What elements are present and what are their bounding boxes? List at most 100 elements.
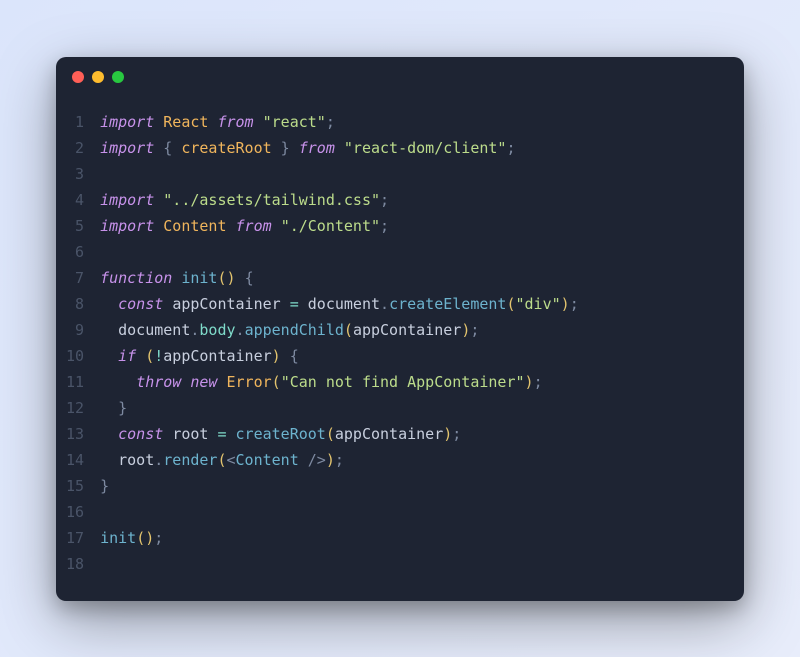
line-number: 18 xyxy=(66,551,84,577)
code-token: const xyxy=(118,295,163,313)
code-token: Error xyxy=(227,373,272,391)
code-line xyxy=(100,499,724,525)
code-token: ; xyxy=(326,113,335,131)
code-token xyxy=(163,425,172,443)
zoom-icon[interactable] xyxy=(112,71,124,83)
code-token: if xyxy=(118,347,136,365)
code-token: function xyxy=(100,269,172,287)
code-token: . xyxy=(154,451,163,469)
code-token: root xyxy=(172,425,208,443)
code-token: ) xyxy=(461,321,470,339)
code-token: ; xyxy=(506,139,515,157)
code-token: ; xyxy=(534,373,543,391)
code-token xyxy=(154,191,163,209)
code-token: ( xyxy=(506,295,515,313)
code-token: render xyxy=(163,451,217,469)
code-line: function init() { xyxy=(100,265,724,291)
code-token: ( xyxy=(344,321,353,339)
code-token: import xyxy=(100,191,154,209)
code-token: ) xyxy=(443,425,452,443)
close-icon[interactable] xyxy=(72,71,84,83)
code-token: document xyxy=(308,295,380,313)
code-token: ; xyxy=(570,295,579,313)
code-token: from xyxy=(236,217,272,235)
code-token: ) xyxy=(272,347,281,365)
code-token: init xyxy=(181,269,217,287)
code-token xyxy=(335,139,344,157)
line-number: 15 xyxy=(66,473,84,499)
code-editor[interactable]: 123456789101112131415161718 import React… xyxy=(56,97,744,601)
code-token: appContainer xyxy=(353,321,461,339)
code-line: import React from "react"; xyxy=(100,109,724,135)
code-token: "div" xyxy=(516,295,561,313)
code-token: const xyxy=(118,425,163,443)
code-token: import xyxy=(100,139,154,157)
code-token: "Can not find AppContainer" xyxy=(281,373,525,391)
code-token: createRoot xyxy=(181,139,271,157)
code-token xyxy=(154,113,163,131)
code-token: ; xyxy=(470,321,479,339)
line-number: 9 xyxy=(66,317,84,343)
code-token: body xyxy=(199,321,235,339)
line-number: 6 xyxy=(66,239,84,265)
code-token xyxy=(100,321,118,339)
code-token: "../assets/tailwind.css" xyxy=(163,191,380,209)
code-token xyxy=(290,139,299,157)
code-line xyxy=(100,551,724,577)
code-line: if (!appContainer) { xyxy=(100,343,724,369)
code-window: 123456789101112131415161718 import React… xyxy=(56,57,744,601)
code-token xyxy=(227,217,236,235)
line-number: 11 xyxy=(66,369,84,395)
code-token: ( xyxy=(145,347,154,365)
code-token xyxy=(254,113,263,131)
code-token xyxy=(163,295,172,313)
code-token xyxy=(236,269,245,287)
code-line xyxy=(100,239,724,265)
code-token: createRoot xyxy=(236,425,326,443)
code-token: Content xyxy=(163,217,226,235)
line-number: 1 xyxy=(66,109,84,135)
code-token xyxy=(100,399,118,417)
code-line: const root = createRoot(appContainer); xyxy=(100,421,724,447)
code-token xyxy=(154,139,163,157)
code-line: init(); xyxy=(100,525,724,551)
code-line: root.render(<Content />); xyxy=(100,447,724,473)
code-token: ; xyxy=(380,217,389,235)
code-token: createElement xyxy=(389,295,506,313)
code-token xyxy=(172,269,181,287)
code-token: from xyxy=(217,113,253,131)
code-token xyxy=(100,295,118,313)
code-token: Content xyxy=(236,451,299,469)
line-number-gutter: 123456789101112131415161718 xyxy=(66,109,100,577)
code-token xyxy=(100,373,136,391)
code-token: { xyxy=(245,269,254,287)
code-token xyxy=(299,295,308,313)
code-token xyxy=(227,425,236,443)
code-token: from xyxy=(299,139,335,157)
code-token: /> xyxy=(308,451,326,469)
code-content[interactable]: import React from "react"; import { creat… xyxy=(100,109,724,577)
code-token xyxy=(299,451,308,469)
line-number: 8 xyxy=(66,291,84,317)
code-token xyxy=(281,347,290,365)
code-line: const appContainer = document.createElem… xyxy=(100,291,724,317)
code-token: ( xyxy=(272,373,281,391)
code-token: "react" xyxy=(263,113,326,131)
code-line: } xyxy=(100,473,724,499)
code-token: ; xyxy=(380,191,389,209)
code-token: appContainer xyxy=(172,295,280,313)
code-token: document xyxy=(118,321,190,339)
code-line: throw new Error("Can not find AppContain… xyxy=(100,369,724,395)
code-token: ) xyxy=(561,295,570,313)
code-token: } xyxy=(118,399,127,417)
line-number: 17 xyxy=(66,525,84,551)
code-line: import Content from "./Content"; xyxy=(100,213,724,239)
line-number: 3 xyxy=(66,161,84,187)
code-token: { xyxy=(290,347,299,365)
line-number: 4 xyxy=(66,187,84,213)
minimize-icon[interactable] xyxy=(92,71,104,83)
line-number: 12 xyxy=(66,395,84,421)
code-token: new xyxy=(190,373,217,391)
code-token: . xyxy=(236,321,245,339)
code-token: "./Content" xyxy=(281,217,380,235)
